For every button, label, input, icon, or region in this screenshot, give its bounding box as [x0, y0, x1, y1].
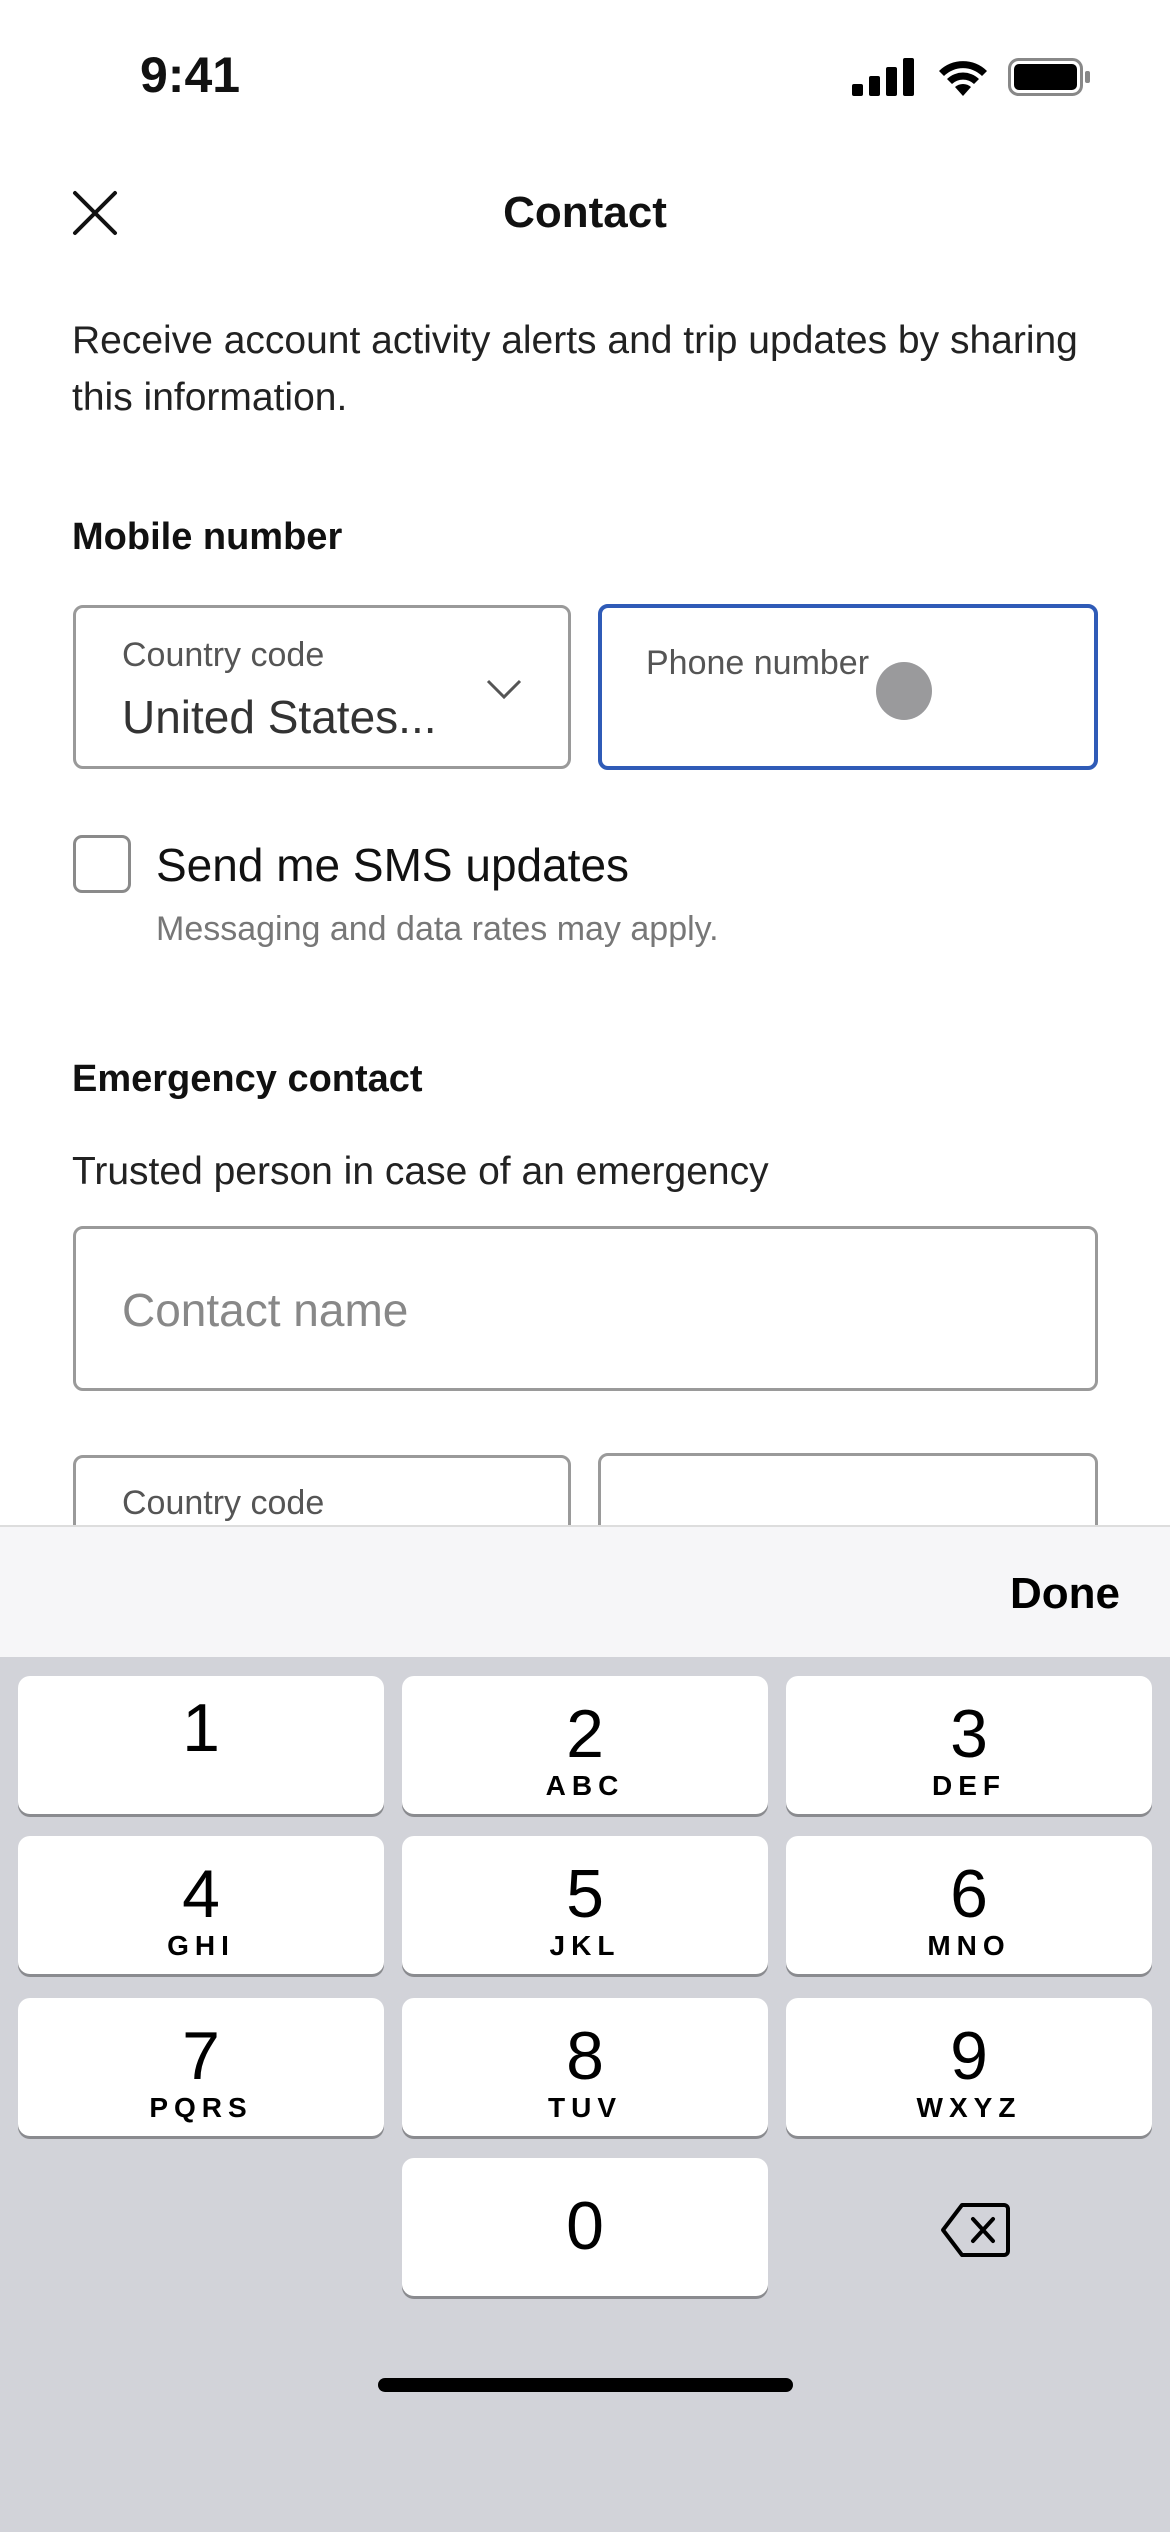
key-digit: 2: [566, 1696, 604, 1772]
key-letters: PQRS: [149, 2092, 253, 2123]
key-letters: TUV: [548, 2092, 622, 2123]
signal-icon: [852, 58, 914, 96]
key-1[interactable]: 1: [18, 1676, 384, 1814]
done-button[interactable]: Done: [1010, 1569, 1120, 1619]
sms-checkbox[interactable]: [73, 835, 131, 893]
status-time: 9:41: [140, 47, 241, 103]
wifi-icon: [939, 61, 987, 96]
key-letters: ABC: [545, 1770, 625, 1801]
contact-name-placeholder: Contact name: [122, 1284, 409, 1336]
key-digit: 6: [950, 1856, 988, 1932]
country-code-select[interactable]: Country code United States...: [73, 605, 571, 769]
phone-number-input[interactable]: Phone number: [598, 604, 1098, 770]
key-digit: 9: [950, 2018, 988, 2094]
key-letters: WXYZ: [916, 2092, 1022, 2123]
key-digit: 7: [182, 2018, 220, 2094]
page-title: Contact: [503, 188, 667, 237]
country-code-label: Country code: [122, 636, 325, 674]
key-digit: 1: [182, 1690, 220, 1766]
key-6[interactable]: 6 MNO: [786, 1836, 1152, 1974]
contact-name-input[interactable]: Contact name: [73, 1226, 1098, 1391]
battery-icon: [1008, 58, 1090, 96]
key-4[interactable]: 4 GHI: [18, 1836, 384, 1974]
country-code-value: United States...: [122, 691, 437, 743]
key-0[interactable]: 0: [402, 2158, 768, 2296]
key-letters: GHI: [167, 1930, 235, 1961]
key-letters: MNO: [927, 1930, 1011, 1961]
key-5[interactable]: 5 JKL: [402, 1836, 768, 1974]
description: Receive account activity alerts and trip…: [72, 319, 1078, 419]
emergency-subtitle: Trusted person in case of an emergency: [72, 1150, 769, 1193]
key-letters: JKL: [549, 1930, 621, 1961]
emergency-country-code-label: Country code: [122, 1484, 325, 1522]
key-digit: 8: [566, 2018, 604, 2094]
key-9[interactable]: 9 WXYZ: [786, 1998, 1152, 2136]
key-8[interactable]: 8 TUV: [402, 1998, 768, 2136]
mobile-number-heading: Mobile number: [72, 516, 343, 558]
key-digit: 5: [566, 1856, 604, 1932]
keyboard-accessory-bar: Done: [0, 1525, 1170, 1657]
key-3[interactable]: 3 DEF: [786, 1676, 1152, 1814]
key-2[interactable]: 2 ABC: [402, 1676, 768, 1814]
key-digit: 3: [950, 1696, 988, 1772]
chevron-down-icon: [486, 679, 522, 700]
phone-number-label: Phone number: [646, 644, 870, 682]
backspace-icon: [941, 2203, 1010, 2257]
delete-key[interactable]: [786, 2158, 1152, 2296]
touch-indicator: [876, 662, 932, 720]
sms-label[interactable]: Send me SMS updates: [156, 838, 629, 892]
key-7[interactable]: 7 PQRS: [18, 1998, 384, 2136]
emergency-contact-heading: Emergency contact: [72, 1058, 423, 1100]
key-digit: 0: [566, 2188, 604, 2264]
key-letters: DEF: [932, 1770, 1006, 1801]
key-digit: 4: [182, 1856, 220, 1932]
home-indicator: [378, 2378, 793, 2392]
numeric-keypad: 1 2 ABC 3 DEF 4 GHI 5 JKL 6 MNO 7 PQRS 8 TUV 9 WXYZ 0: [0, 1657, 1170, 2532]
sms-note: Messaging and data rates may apply.: [156, 910, 719, 948]
